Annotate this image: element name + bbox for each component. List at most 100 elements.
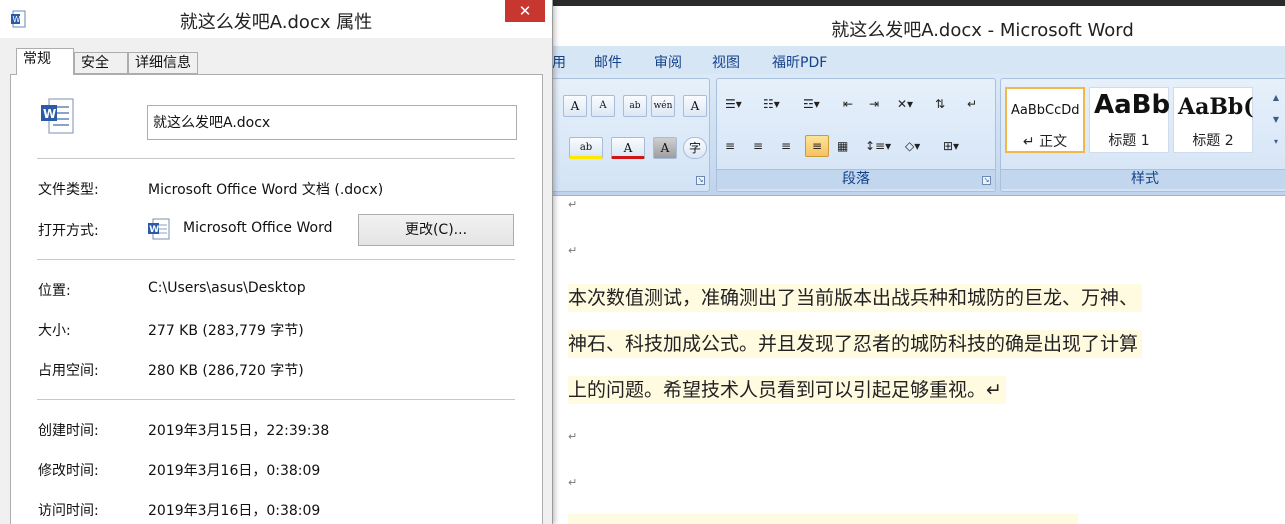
styles-group-label: 样式 [1001,169,1285,189]
tab-review[interactable]: 审阅 [654,52,682,72]
divider [37,399,515,400]
style-name: ↵ 正文 [1022,134,1068,150]
align-left-icon[interactable]: ≡ [725,135,735,157]
grow-font-icon: A [570,99,580,113]
word-window-title: 就这么发吧A.docx - Microsoft Word [831,20,1134,41]
dialog-titlebar[interactable]: W 就这么发吧A.docx 属性 ✕ [0,0,552,38]
open-with-value: Microsoft Office Word [183,220,333,236]
general-tab-panel: W 就这么发吧A.docx 文件类型: Microsoft Office Wor… [10,74,543,524]
char-border-icon: A [690,99,700,113]
word-titlebar: 就这么发吧A.docx - Microsoft Word [550,6,1285,46]
modified-value: 2019年3月16日，0:38:09 [148,463,321,479]
document-line-3: 上的问题。希望技术人员看到可以引起足够重视。↵ [568,376,1006,404]
chinese-layout-icon[interactable]: ✕▾ [897,93,913,115]
highlighted-line-partial [568,514,1078,524]
tab-general[interactable]: 常规 [16,48,74,75]
bullets-icon[interactable]: ☰▾ [725,93,742,115]
clear-format-icon: ab [629,101,641,111]
shrink-font-icon: A [599,100,607,111]
paragraph-mark: ↵ [568,430,578,443]
file-name-input[interactable]: 就这么发吧A.docx [147,105,517,140]
word-file-icon: W [41,98,74,134]
tab-details[interactable]: 详细信息 [128,52,198,74]
document-page[interactable]: ↵ ↵ 本次数值测试，准确测出了当前版本出战兵种和城防的巨龙、万神、 神石、科技… [550,196,1285,524]
change-button[interactable]: 更改(C)... [358,214,514,246]
tab-security[interactable]: 安全 [74,52,128,74]
tab-view[interactable]: 视图 [712,52,740,72]
location-value: C:\Users\asus\Desktop [148,280,306,296]
align-center-icon[interactable]: ≡ [753,135,763,157]
accessed-label: 访问时间: [38,503,99,519]
properties-dialog: W 就这么发吧A.docx 属性 ✕ 常规 安全 详细信息 W 就这么发吧A.d… [0,0,553,524]
decrease-indent-icon[interactable]: ⇤ [843,93,853,115]
increase-indent-icon[interactable]: ⇥ [869,93,879,115]
borders-icon[interactable]: ⊞▾ [943,135,959,157]
tab-mailings[interactable]: 邮件 [594,52,622,72]
style-sample: AaBb( [1178,94,1254,120]
paragraph-mark: ↵ [568,198,578,211]
char-shading-button[interactable]: A [653,137,677,159]
word-app-icon: W [148,218,170,240]
show-marks-icon[interactable]: ↵ [967,93,977,115]
word-window: 就这么发吧A.docx - Microsoft Word 用 邮件 审阅 视图 … [550,0,1285,524]
style-normal[interactable]: AaBbCcDd ↵ 正文 [1005,87,1085,153]
sort-icon[interactable]: ⇅ [935,93,945,115]
enclose-char-icon: 字 [688,141,701,155]
location-label: 位置: [38,283,71,299]
document-line-2: 神石、科技加成公式。并且发现了忍者的城防科技的确是出现了计算 [568,330,1143,358]
align-right-icon[interactable]: ≡ [781,135,791,157]
close-button[interactable]: ✕ [505,0,545,22]
char-shading-icon: A [660,141,670,155]
size-on-disk-label: 占用空间: [38,363,99,379]
distributed-icon[interactable]: ▦ [837,135,848,157]
numbering-icon[interactable]: ☷▾ [763,93,780,115]
divider [37,259,515,260]
size-value: 277 KB (283,779 字节) [148,323,304,339]
file-type-label: 文件类型: [38,182,99,198]
close-icon: ✕ [518,2,532,20]
phonetic-guide-button[interactable]: wén [651,95,675,117]
created-value: 2019年3月15日，22:39:38 [148,423,330,439]
created-label: 创建时间: [38,423,99,439]
shading-icon[interactable]: ◇▾ [905,135,920,157]
style-sample: AaBb [1094,90,1171,120]
font-dialog-launcher-icon[interactable]: ↘ [696,176,705,185]
svg-text:W: W [149,225,159,235]
style-sample: AaBbCcDd [1011,103,1080,118]
svg-text:W: W [43,107,56,121]
dialog-title: 就这么发吧A.docx 属性 [179,12,373,33]
ribbon-group-paragraph: ☰▾ ☷▾ ☲▾ ⇤ ⇥ ✕▾ ⇅ ↵ ≡ ≡ ≡ ≡ ▦ ↕≡▾ ◇▾ ⊞▾ … [716,78,996,192]
word-ribbon-tabs: 用 邮件 审阅 视图 福昕PDF [550,46,1285,74]
shrink-font-button[interactable]: A [591,95,615,117]
divider [37,158,515,159]
style-heading-2[interactable]: AaBb( 标题 2 [1173,87,1254,153]
size-label: 大小: [38,323,71,339]
enclose-char-button[interactable]: 字 [683,137,707,159]
font-color-icon: A [623,141,633,155]
word-ribbon: A A ab wén A ab A A 字 ↘ ☰▾ ☷▾ ☲▾ ⇤ ⇥ ✕▾ … [550,74,1285,196]
justify-icon[interactable]: ≡ [805,135,829,157]
open-with-label: 打开方式: [38,223,99,239]
tab-references-partial[interactable]: 用 [552,52,566,72]
modified-label: 修改时间: [38,463,99,479]
highlight-color-button[interactable]: ab [569,137,603,159]
clear-format-button[interactable]: ab [623,95,647,117]
file-type-value: Microsoft Office Word 文档 (.docx) [148,182,384,198]
accessed-value: 2019年3月16日，0:38:09 [148,503,321,519]
multilevel-list-icon[interactable]: ☲▾ [803,93,820,115]
tab-foxit-pdf[interactable]: 福昕PDF [772,52,827,72]
paragraph-mark: ↵ [568,476,578,489]
char-border-button[interactable]: A [683,95,707,117]
style-name: 标题 2 [1192,133,1234,149]
phonetic-guide-icon: wén [653,101,673,111]
line-spacing-icon[interactable]: ↕≡▾ [865,135,891,157]
ribbon-group-font: A A ab wén A ab A A 字 ↘ [550,78,710,192]
grow-font-button[interactable]: A [563,95,587,117]
font-color-button[interactable]: A [611,137,645,159]
styles-scroll-icon[interactable]: ▲ ▼ ▾ [1271,87,1281,153]
paragraph-group-label: 段落 [717,169,995,189]
paragraph-mark: ↵ [568,244,578,257]
highlighter-icon: ab [579,142,593,153]
style-heading-1[interactable]: AaBb 标题 1 [1089,87,1171,153]
paragraph-dialog-launcher-icon[interactable]: ↘ [982,176,991,185]
